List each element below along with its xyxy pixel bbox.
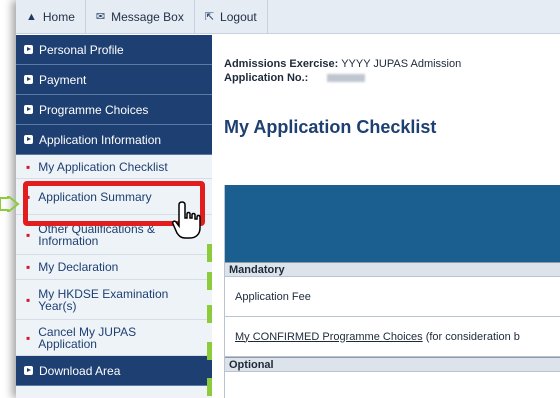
sidebar-item-download-area[interactable]: Download Area [16,356,212,386]
hand-cursor-icon [172,201,201,239]
table-row: Application Fee [225,277,560,317]
arrow-bullet-icon [24,75,33,84]
sidebar-subitem-cancel-application[interactable]: ▪ Cancel My JUPAS Application [16,320,212,356]
section-optional: Optional [225,357,560,372]
logout-link[interactable]: ⇱ Logout [195,0,268,33]
home-label: Home [42,9,75,24]
sidebar-item-payment[interactable]: Payment [16,65,212,95]
sidebar-item-personal-profile[interactable]: Personal Profile [16,35,212,65]
bullet-icon: ▪ [26,260,31,274]
arrow-bullet-icon [24,135,33,144]
sidebar-item-label: Application Information [39,132,162,147]
table-row: My CONFIRMED Programme Choices (for cons… [225,317,560,357]
sidebar-subitem-application-checklist[interactable]: ▪ My Application Checklist [16,155,212,179]
top-nav-bar: ▲ Home ✉ Message Box ⇱ Logout [16,0,560,34]
sidebar-subitem-label: My Application Checklist [38,159,168,174]
sidebar-subitem-label: My Declaration [38,260,119,274]
home-icon: ▲ [26,10,37,23]
bullet-icon: ▪ [26,330,31,345]
sidebar-subitem-label: My HKDSE Examination Year(s) [38,286,169,313]
pointer-arrow-icon [0,196,20,212]
bullet-icon: ▪ [26,292,31,307]
bullet-icon: ▪ [26,227,31,242]
application-meta: Admissions Exercise: YYYY JUPAS Admissio… [224,57,461,85]
row-suffix: (for consideration b [422,330,520,343]
logout-label: Logout [220,9,257,24]
redacted-application-no [327,74,366,83]
arrow-bullet-icon [24,45,33,54]
checklist-table: Mandatory Application Fee My CONFIRMED P… [224,185,560,398]
sidebar-item-programme-choices[interactable]: Programme Choices [16,95,212,125]
row-label: Application Fee [235,290,311,303]
home-link[interactable]: ▲ Home [16,0,86,33]
admissions-label: Admissions Exercise: [224,58,339,70]
sidebar-subitem-declaration[interactable]: ▪ My Declaration [16,255,212,280]
application-no-label: Application No.: [224,72,309,84]
message-box-label: Message Box [111,9,184,24]
envelope-icon: ✉ [95,11,106,23]
message-box-link[interactable]: ✉ Message Box [86,0,195,33]
sidebar-item-label: Personal Profile [39,42,124,57]
sidebar-item-label: Download Area [39,363,121,378]
arrow-bullet-icon [24,366,33,375]
sidebar-subitem-label: Cancel My JUPAS Application [38,324,137,351]
logout-icon: ⇱ [204,11,215,23]
admissions-value: YYYY JUPAS Admission [341,58,462,70]
arrow-bullet-icon [24,105,33,114]
sidebar-item-label: Programme Choices [39,102,149,117]
bullet-icon: ▪ [26,159,31,174]
sidebar-subitem-hkdse-year[interactable]: ▪ My HKDSE Examination Year(s) [16,280,212,320]
page-title: My Application Checklist [224,117,437,137]
confirmed-choices-link[interactable]: My CONFIRMED Programme Choices [235,331,423,343]
main-content: Admissions Exercise: YYYY JUPAS Admissio… [212,35,560,398]
sidebar-item-label: Payment [39,72,87,87]
sidebar-subitem-label: Other Qualifications & Information [38,221,155,248]
sidebar-item-application-information[interactable]: Application Information [16,125,212,155]
section-mandatory: Mandatory [225,262,560,277]
table-header [225,185,560,262]
